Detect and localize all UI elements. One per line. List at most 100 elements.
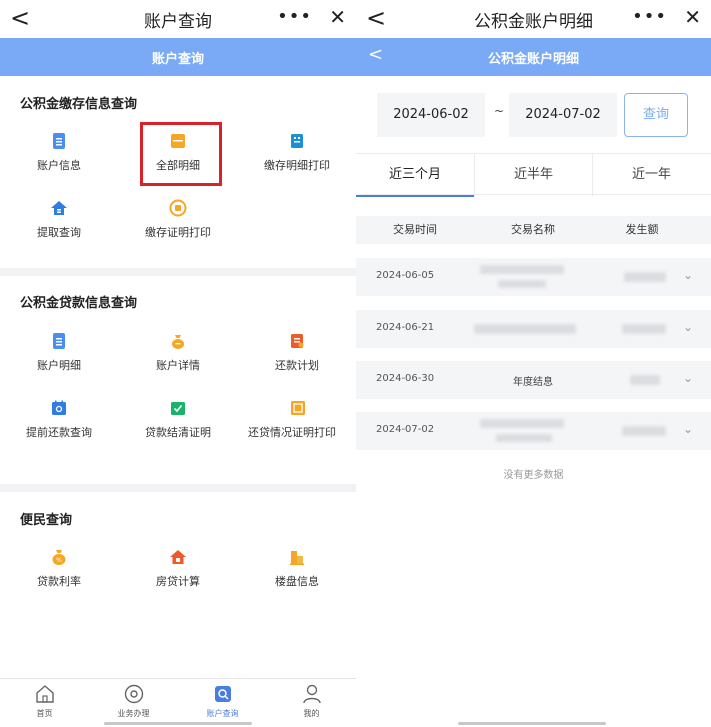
print-detail-icon — [291, 134, 303, 148]
screenshot: < 账户查询 ••• ✕ 账户查询 公积金缴存信息查询 账户信息 全部明细 缴存… — [0, 0, 711, 727]
grid-item-prepayment-query[interactable]: 提前还款查询 — [0, 399, 118, 440]
account-details-screen: < 公积金账户明细 ••• ✕ < 公积金账户明细 2024-06-02 ~ 2… — [356, 0, 711, 727]
building-icon — [290, 551, 304, 565]
nav-label: 我的 — [303, 709, 320, 718]
grid-item-label: 贷款结清证明 — [145, 426, 211, 439]
nav-label: 业务办理 — [117, 709, 150, 718]
nav-item-home[interactable]: 首页 — [0, 683, 89, 719]
no-more-data-text: 没有更多数据 — [503, 470, 564, 481]
grid-item-account-overview[interactable]: 账户详情 — [119, 332, 237, 373]
account-query-screen: < 账户查询 ••• ✕ 账户查询 公积金缴存信息查询 账户信息 全部明细 缴存… — [0, 0, 356, 727]
redacted-amount — [622, 426, 666, 436]
column-header-amount: 发生额 — [625, 223, 659, 236]
redacted-amount — [622, 324, 666, 334]
section-divider — [0, 268, 356, 276]
table-row[interactable]: 2024-06-30 年度结息 ⌄ — [356, 361, 711, 399]
column-header-time: 交易时间 — [393, 223, 437, 236]
period-tabs: 近三个月 近半年 近一年 — [356, 153, 711, 197]
grid-item-loan-rate[interactable]: % 贷款利率 — [0, 548, 118, 589]
title-bar: < 公积金账户明细 ••• ✕ — [356, 0, 711, 38]
nav-item-account-query[interactable]: 账户查询 — [178, 683, 267, 719]
redacted-name — [496, 434, 552, 442]
title-bar: < 账户查询 ••• ✕ — [0, 0, 356, 38]
chevron-down-icon[interactable]: ⌄ — [683, 268, 693, 282]
grid-item-loan-settlement[interactable]: 贷款结清证明 — [119, 399, 237, 440]
nav-item-profile[interactable]: 我的 — [267, 683, 356, 719]
date-separator: ~ — [494, 104, 505, 118]
table-row[interactable]: 2024-07-02 ⌄ — [356, 412, 711, 450]
grid-item-repayment-plan[interactable]: 还款计划 — [238, 332, 356, 373]
account-query-icon — [214, 686, 231, 702]
redacted-amount — [630, 375, 660, 385]
end-date-field[interactable]: 2024-07-02 — [509, 93, 617, 137]
grid-item-label: 提取查询 — [37, 226, 81, 239]
header-title: 公积金账户明细 — [487, 52, 579, 67]
grid-item-mortgage-calc[interactable]: 房贷计算 — [119, 548, 237, 589]
rate-bag-icon: % — [52, 550, 66, 565]
grid-item-deposit-print[interactable]: 缴存明细打印 — [238, 132, 356, 173]
table-row[interactable]: 2024-06-21 ⌄ — [356, 310, 711, 348]
grid-item-label: 提前还款查询 — [26, 426, 92, 439]
column-header-name: 交易名称 — [511, 223, 555, 236]
table-row[interactable]: 2024-06-05 ⌄ — [356, 258, 711, 296]
grid-item-account-info[interactable]: 账户信息 — [0, 132, 118, 173]
close-button[interactable]: ✕ — [329, 5, 346, 29]
money-bag-icon — [172, 335, 184, 349]
nav-item-business[interactable]: 业务办理 — [89, 683, 178, 719]
business-icon — [124, 684, 143, 704]
start-date-field[interactable]: 2024-06-02 — [377, 93, 485, 137]
grid-item-label: 缴存明细打印 — [264, 159, 330, 172]
chevron-down-icon[interactable]: ⌄ — [683, 320, 693, 334]
house-calc-icon — [170, 550, 186, 564]
close-button[interactable]: ✕ — [684, 5, 701, 29]
home-withdraw-icon — [51, 201, 67, 215]
grid-item-label: 缴存证明打印 — [145, 226, 211, 239]
grid-item-label: 贷款利率 — [37, 575, 81, 588]
certificate-print-icon — [169, 199, 187, 217]
home-indicator — [104, 722, 252, 725]
bottom-nav: 首页 业务办理 账户查询 我的 — [0, 678, 356, 727]
nav-label: 首页 — [36, 709, 53, 718]
query-button[interactable]: 查询 — [624, 93, 688, 137]
highlight-box — [140, 122, 222, 186]
grid-item-repayment-certificate[interactable]: 还贷情况证明打印 — [248, 399, 348, 440]
nav-label: 账户查询 — [206, 709, 239, 718]
grid-item-label: 账户详情 — [156, 359, 200, 372]
user-icon — [302, 684, 321, 704]
grid-item-label: 楼盘信息 — [275, 575, 319, 588]
grid-item-property-info[interactable]: 楼盘信息 — [238, 548, 356, 589]
grid-item-label: 还贷情况证明打印 — [248, 426, 336, 439]
row-name: 年度结息 — [513, 377, 553, 388]
tab-half-year[interactable]: 近半年 — [474, 154, 592, 196]
row-date: 2024-06-05 — [376, 270, 435, 281]
redacted-name — [498, 280, 546, 288]
tab-three-months[interactable]: 近三个月 — [356, 154, 474, 197]
row-date: 2024-06-21 — [376, 322, 435, 333]
tab-one-year[interactable]: 近一年 — [592, 154, 710, 196]
redacted-name — [480, 419, 564, 428]
chevron-down-icon[interactable]: ⌄ — [683, 422, 693, 436]
grid-item-label: 账户明细 — [37, 359, 81, 372]
loan-section-title: 公积金贷款信息查询 — [20, 296, 138, 311]
more-button[interactable]: ••• — [277, 6, 312, 27]
grid-item-label: 还款计划 — [275, 359, 319, 372]
document-icon — [53, 333, 65, 349]
section-divider — [0, 484, 356, 492]
service-section-title: 便民查询 — [20, 513, 73, 528]
row-date: 2024-07-02 — [376, 424, 435, 435]
more-button[interactable]: ••• — [632, 6, 667, 27]
shield-check-icon — [171, 402, 185, 415]
certificate-icon — [291, 401, 305, 415]
chevron-down-icon[interactable]: ⌄ — [683, 371, 693, 385]
grid-item-withdraw-query[interactable]: 提取查询 — [0, 199, 118, 240]
plan-icon — [291, 334, 304, 348]
grid-item-account-details[interactable]: 账户明细 — [0, 332, 118, 373]
home-icon — [35, 685, 54, 703]
deposit-section-title: 公积金缴存信息查询 — [20, 97, 138, 112]
grid-item-deposit-certificate[interactable]: 缴存证明打印 — [119, 199, 237, 240]
header-bar: < 公积金账户明细 — [356, 38, 711, 76]
header-bar: 账户查询 — [0, 38, 356, 76]
calendar-search-icon — [52, 400, 66, 415]
row-date: 2024-06-30 — [376, 373, 435, 384]
redacted-amount — [624, 272, 666, 282]
